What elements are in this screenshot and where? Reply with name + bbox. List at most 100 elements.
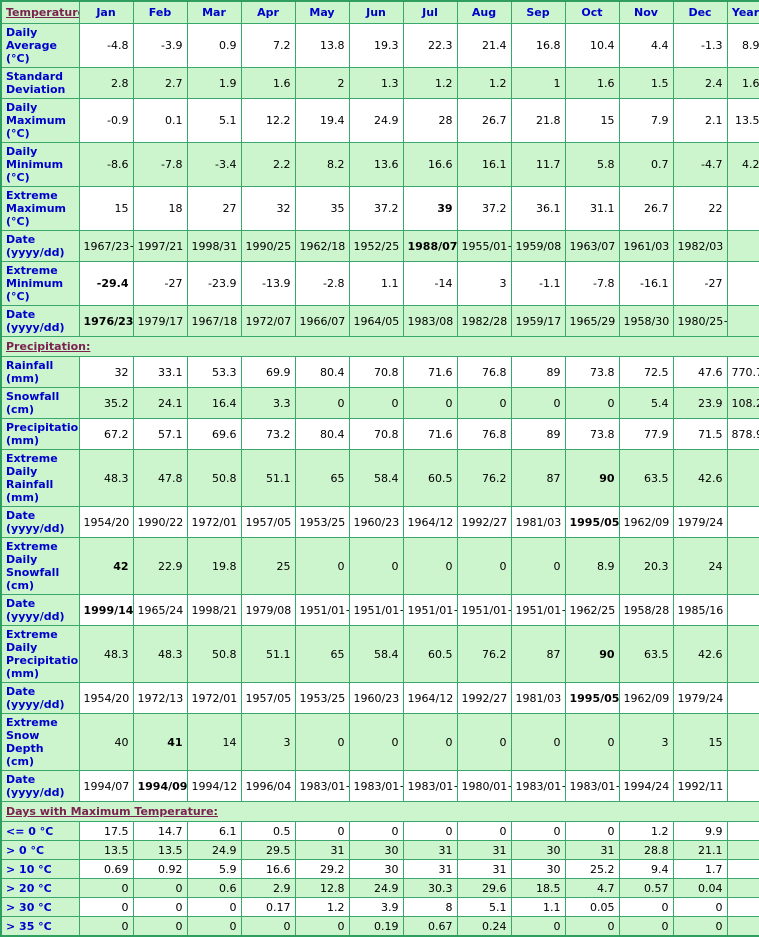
data-cell: 42	[78, 537, 134, 595]
data-cell: 108.2	[726, 387, 759, 419]
data-cell: 1979/17	[132, 305, 188, 337]
data-cell: 73.2	[240, 418, 296, 450]
data-cell: 1.5	[618, 67, 674, 99]
data-cell: 0	[510, 537, 566, 595]
data-cell: 1981/03	[510, 506, 566, 538]
data-cell: 1.6	[726, 67, 759, 99]
data-cell: 10.4	[564, 23, 620, 68]
data-cell: 1951/01+	[348, 594, 404, 626]
data-cell: 69.9	[240, 356, 296, 388]
data-cell: 67.2	[78, 418, 134, 450]
data-cell: 3	[240, 713, 296, 771]
data-cell: 1976/23	[78, 305, 134, 337]
data-cell: 1962/09	[618, 506, 674, 538]
data-cell: 1983/08	[402, 305, 458, 337]
data-cell: -4.8	[78, 23, 134, 68]
data-cell: 0	[564, 821, 620, 841]
table-row: Rainfall (mm) 32 33.1 53.3 69.9 80.4 70.8 71.6 7…	[0, 356, 759, 388]
data-cell: 2.9	[240, 878, 296, 898]
data-cell: 24	[672, 537, 728, 595]
section-header-temperature: Temperature:	[0, 0, 80, 24]
data-cell: 0	[132, 916, 188, 937]
column-header-aug: Aug	[456, 0, 512, 24]
data-cell: 90	[564, 625, 620, 683]
data-cell: 12.2	[240, 98, 296, 143]
data-cell: 24.9	[186, 840, 242, 860]
data-cell: 69.6	[186, 418, 242, 450]
data-cell: 1988/07	[402, 230, 458, 262]
table-row: Precipitation (mm) 67.2 57.1 69.6 73.2 80.4 70…	[0, 418, 759, 450]
table-header-row: Temperature:JanFebMarAprMayJunJulAugSepO…	[0, 0, 759, 24]
column-header-jan: Jan	[78, 0, 134, 24]
data-cell: 13.5	[132, 840, 188, 860]
data-cell: 1979/24	[672, 682, 728, 714]
data-cell: 18	[132, 186, 188, 231]
data-cell: 0	[402, 713, 458, 771]
data-cell: 5.8	[564, 142, 620, 187]
table-row: Extreme Daily Precipitation (mm) 48.3 48.3…	[0, 625, 759, 683]
data-cell: 0	[510, 713, 566, 771]
data-cell: 1982/03	[672, 230, 728, 262]
data-cell: 31	[456, 859, 512, 879]
data-cell: 2.2	[240, 142, 296, 187]
data-cell: 1954/20	[78, 506, 134, 538]
data-cell: 1992/27	[456, 506, 512, 538]
data-cell: 33.1	[132, 356, 188, 388]
data-cell: 1983/01+	[294, 770, 350, 802]
data-cell: 51.1	[240, 449, 296, 507]
data-cell: 29.5	[240, 840, 296, 860]
data-cell: 0	[402, 537, 458, 595]
data-cell: 0.1	[132, 98, 188, 143]
data-cell: 1994/12	[186, 770, 242, 802]
table-row: Extreme Snow Depth (cm) 40 41 14 3 0 0 0 0 0 0 3 15	[0, 713, 759, 771]
data-cell: 29.6	[456, 878, 512, 898]
data-cell: 71.6	[402, 418, 458, 450]
data-cell: -0.9	[78, 98, 134, 143]
data-cell: 7.2	[240, 23, 296, 68]
data-cell: 0.9	[186, 23, 242, 68]
data-cell	[726, 682, 759, 714]
data-cell: 1981/03	[510, 682, 566, 714]
data-cell: 87	[510, 449, 566, 507]
data-cell: 1998/21	[186, 594, 242, 626]
data-cell: 0	[402, 821, 458, 841]
data-cell: 5.4	[618, 387, 674, 419]
data-cell: 21.4	[456, 23, 512, 68]
data-cell: 14.7	[132, 821, 188, 841]
data-cell: 25.2	[564, 859, 620, 879]
data-cell: 2.8	[78, 67, 134, 99]
data-cell: 1983/01+	[348, 770, 404, 802]
column-header-jul: Jul	[402, 0, 458, 24]
data-cell: 1994/07	[78, 770, 134, 802]
data-cell: 90	[564, 449, 620, 507]
data-cell	[726, 537, 759, 595]
data-cell: 1964/12	[402, 506, 458, 538]
row-label: Standard Deviation	[0, 67, 80, 99]
data-cell	[726, 916, 759, 937]
data-cell: 0	[564, 387, 620, 419]
data-cell: 2.7	[132, 67, 188, 99]
section-divider-days-max-temp: Days with Maximum Temperature:	[0, 801, 759, 822]
data-cell: 30	[510, 840, 566, 860]
row-label: Date (yyyy/dd)	[0, 770, 80, 802]
data-cell: 1979/24	[672, 506, 728, 538]
data-cell: 36.1	[510, 186, 566, 231]
data-cell: 1.2	[456, 67, 512, 99]
data-cell	[726, 770, 759, 802]
data-cell: 70.8	[348, 356, 404, 388]
data-cell: 2	[294, 67, 350, 99]
data-cell: 1967/18	[186, 305, 242, 337]
data-cell: -7.8	[132, 142, 188, 187]
data-cell: 13.5	[78, 840, 134, 860]
data-cell: 1966/07	[294, 305, 350, 337]
data-cell: 4.7	[564, 878, 620, 898]
data-cell: 1955/01+	[456, 230, 512, 262]
data-cell: 42.6	[672, 625, 728, 683]
data-cell: 1962/09	[618, 682, 674, 714]
data-cell: 1962/25	[564, 594, 620, 626]
data-cell: 31	[456, 840, 512, 860]
data-cell: 1983/01+	[564, 770, 620, 802]
data-cell: 1	[510, 67, 566, 99]
row-label: <= 0 °C	[0, 821, 80, 841]
data-cell: 24.1	[132, 387, 188, 419]
